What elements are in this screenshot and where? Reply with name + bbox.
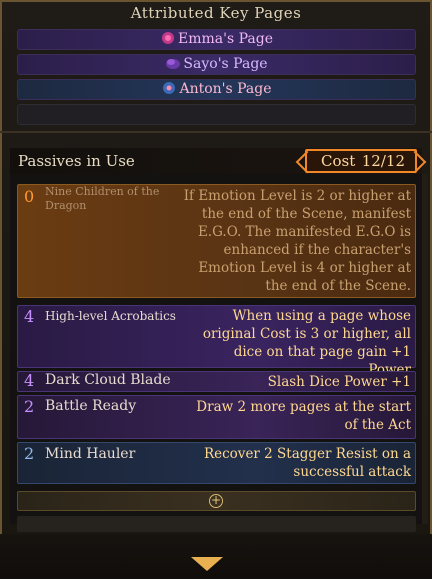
empty-passive-slot[interactable] — [17, 516, 416, 532]
chevron-down-icon[interactable] — [191, 557, 223, 571]
passive-description: Draw 2 more pages at the start of the Ac… — [196, 399, 411, 433]
key-page-empty-slot[interactable] — [17, 104, 416, 125]
passive-mind-hauler[interactable]: 2 Mind Hauler Recover 2 Stagger Resist o… — [17, 442, 416, 484]
key-page-label: Anton's Page — [179, 81, 272, 97]
passive-dark-cloud-blade[interactable]: 4 Dark Cloud Blade Slash Dice Power +1 — [17, 371, 416, 392]
passive-description: Slash Dice Power +1 — [267, 374, 411, 390]
cost-label: Cost — [321, 152, 356, 170]
add-passive-button[interactable]: + — [17, 491, 416, 511]
passive-cost: 2 — [24, 444, 35, 463]
passive-name: Mind Hauler — [45, 446, 136, 462]
passive-cost: 0 — [24, 187, 35, 206]
cost-value: 12/12 — [361, 152, 405, 170]
gear-emblem-icon — [161, 81, 177, 95]
passive-cost: 2 — [24, 397, 35, 416]
passive-description: Recover 2 Stagger Resist on a successful… — [203, 446, 411, 480]
passives-in-use-title: Passives in Use — [18, 152, 135, 170]
key-page-label: Sayo's Page — [183, 56, 268, 72]
passive-name: Nine Children of the Dragon — [45, 185, 160, 212]
attributed-key-pages-title: Attributed Key Pages — [130, 4, 302, 22]
passive-high-level-acrobatics[interactable]: 4 High-level Acrobatics When using a pag… — [17, 305, 416, 378]
passive-description: If Emotion Level is 2 or higher at the e… — [183, 188, 411, 294]
rose-emblem-icon — [160, 31, 176, 45]
passive-description: When using a page whose original Cost is… — [202, 308, 411, 378]
key-page-anton[interactable]: Anton's Page — [17, 79, 416, 100]
key-page-emma[interactable]: Emma's Page — [17, 29, 416, 50]
passive-cost: 4 — [24, 307, 35, 326]
passive-name: Dark Cloud Blade — [45, 372, 171, 388]
key-page-label: Emma's Page — [178, 31, 273, 47]
cloud-emblem-icon — [165, 56, 181, 70]
plus-icon: + — [209, 493, 223, 508]
passive-nine-children[interactable]: 0 Nine Children of the Dragon If Emotion… — [17, 184, 416, 298]
passive-cost: 4 — [24, 371, 35, 390]
passive-battle-ready[interactable]: 2 Battle Ready Draw 2 more pages at the … — [17, 395, 416, 439]
scrollbar[interactable] — [422, 174, 428, 524]
passive-name: Battle Ready — [45, 398, 137, 414]
cost-indicator: Cost 12/12 — [305, 149, 417, 173]
section-divider — [0, 131, 432, 133]
passive-name: High-level Acrobatics — [45, 309, 176, 323]
key-page-sayo[interactable]: Sayo's Page — [17, 54, 416, 75]
